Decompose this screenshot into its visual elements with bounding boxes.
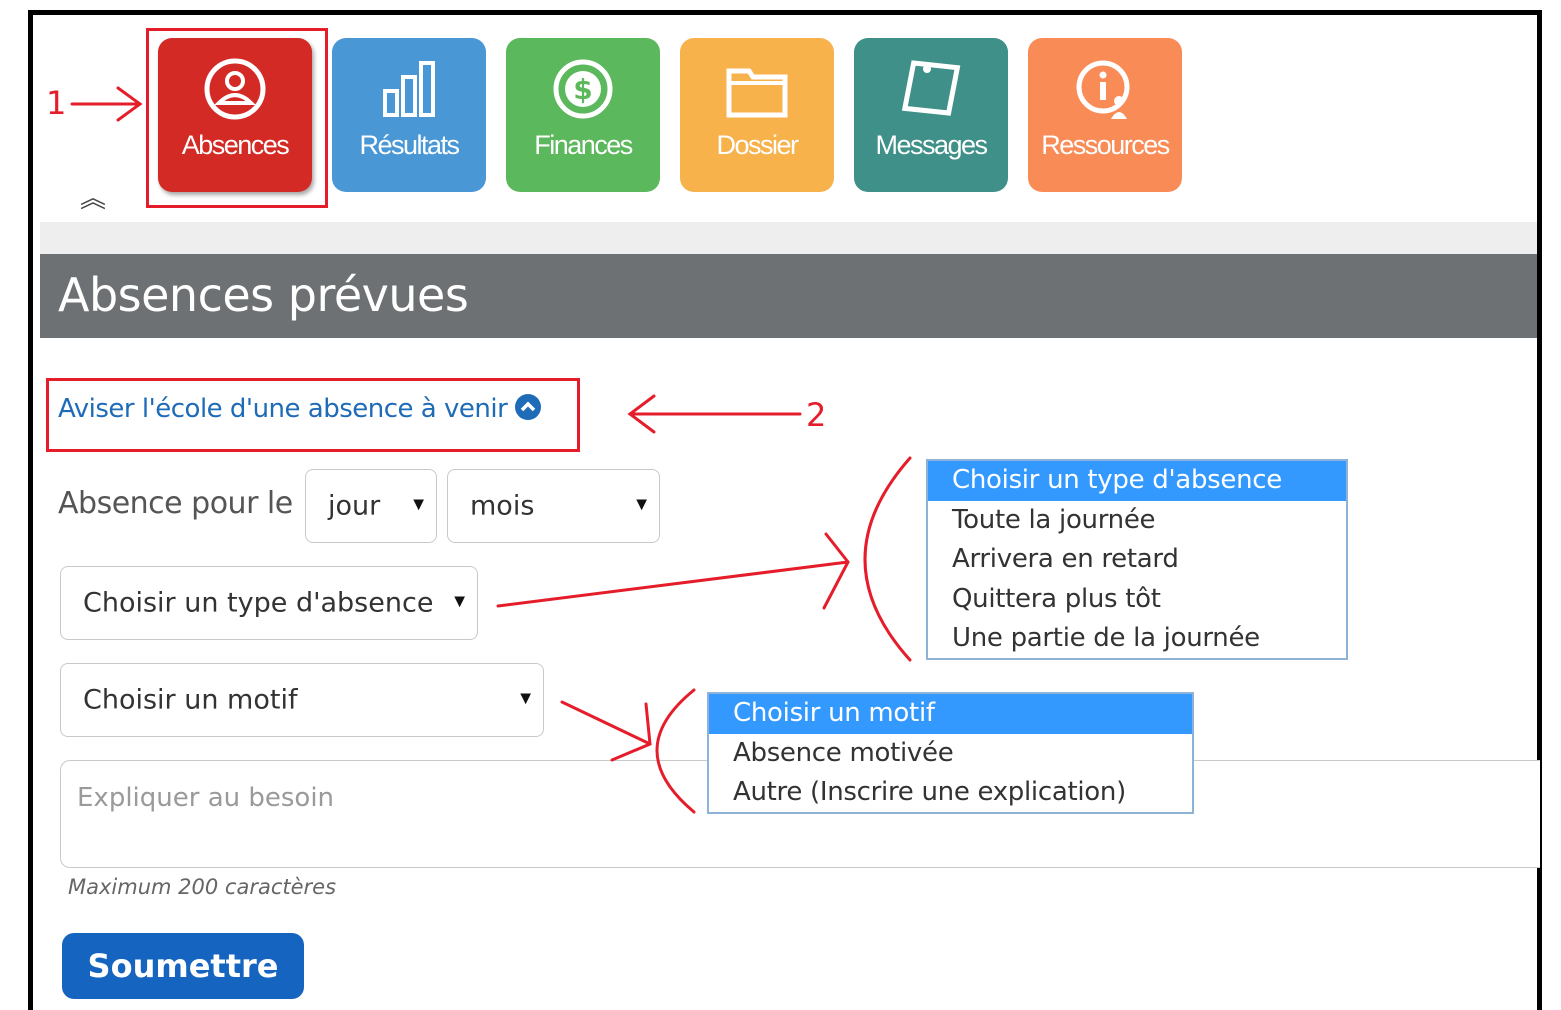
annotation-arrowhead-type (822, 532, 850, 610)
annotation-brace-reason (655, 688, 696, 814)
annotation-arrows (70, 86, 912, 814)
annotation-brace-type (863, 456, 912, 662)
annotation-arrowhead-reason (610, 702, 652, 762)
annotation-arrow-reason (560, 700, 652, 746)
annotation-arrow-type (496, 560, 850, 608)
